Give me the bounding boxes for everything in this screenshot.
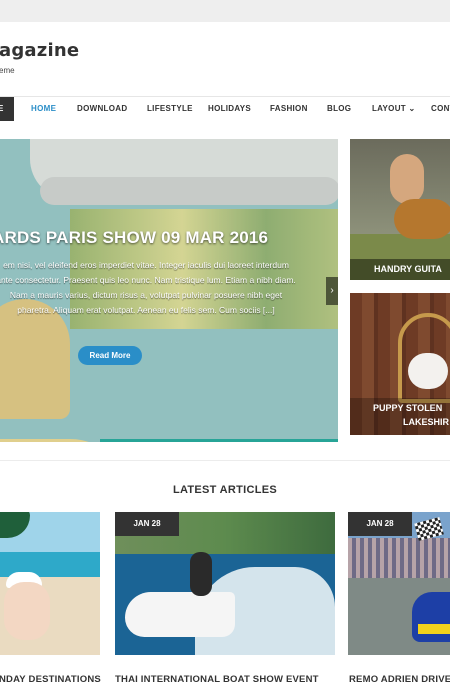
site-title[interactable]: agazine bbox=[0, 40, 79, 61]
section-divider bbox=[0, 460, 450, 461]
side-card-2-title-line-1[interactable]: PUPPY STOLEN bbox=[373, 402, 442, 414]
article-3-image-stands bbox=[348, 538, 450, 578]
side-card-2-image-puppy bbox=[408, 353, 448, 389]
side-card-1-image-guitar bbox=[394, 199, 450, 239]
slide-excerpt: em nisi, vel eleifend eros imperdiet vit… bbox=[0, 260, 296, 315]
nav-item-lifestyle[interactable]: LIFESTYLE bbox=[147, 97, 193, 121]
side-card-1-image-person bbox=[390, 154, 424, 204]
side-card-2-caption: PUPPY STOLEN LAKESHIR bbox=[350, 398, 450, 435]
nav-item-home[interactable]: HOME bbox=[31, 97, 56, 121]
read-more-button[interactable]: Read More bbox=[78, 346, 142, 365]
side-card-2-title-line-2[interactable]: LAKESHIR bbox=[403, 416, 449, 428]
side-featured-card-2[interactable]: PUPPY STOLEN LAKESHIR bbox=[350, 293, 450, 435]
article-3-date-badge: JAN 28 bbox=[348, 512, 412, 536]
article-2-date-badge: JAN 28 bbox=[115, 512, 179, 536]
article-3-image-car bbox=[412, 592, 450, 642]
article-1-image-palm bbox=[0, 512, 30, 538]
nav-item-blog[interactable]: BLOG bbox=[327, 97, 351, 121]
article-1-image-baby bbox=[4, 582, 50, 640]
article-3-image[interactable]: JAN 28 bbox=[348, 512, 450, 655]
article-2-image-rider bbox=[190, 552, 212, 596]
side-card-1-title[interactable]: HANDRY GUITA bbox=[374, 263, 442, 275]
article-2-image[interactable]: JAN 28 bbox=[115, 512, 335, 655]
nav-item-layout[interactable]: LAYOUT ⌄ bbox=[372, 97, 416, 121]
nav-item-download[interactable]: DOWNLOAD bbox=[77, 97, 127, 121]
nav-home-block[interactable]: E bbox=[0, 97, 14, 121]
top-bar bbox=[0, 0, 450, 22]
article-2-title[interactable]: THAI INTERNATIONAL BOAT SHOW EVENT bbox=[115, 674, 319, 685]
slider-next-arrow-icon[interactable]: › bbox=[326, 277, 338, 305]
side-card-1-caption: HANDRY GUITA bbox=[350, 259, 450, 280]
article-3-title[interactable]: REMO ADRIEN DRIVE bbox=[349, 674, 450, 685]
nav-item-fashion[interactable]: FASHION bbox=[270, 97, 308, 121]
nav-item-holidays[interactable]: HOLIDAYS bbox=[208, 97, 251, 121]
side-featured-card-1[interactable]: HANDRY GUITA bbox=[350, 139, 450, 280]
article-1-title[interactable]: NDAY DESTINATIONS bbox=[0, 674, 101, 685]
nav-item-contact[interactable]: CONT bbox=[431, 97, 450, 121]
article-3-image-car-stripe bbox=[418, 624, 450, 634]
main-navigation: E HOME DOWNLOAD LIFESTYLE HOLIDAYS FASHI… bbox=[0, 96, 450, 122]
article-2-image-jetski bbox=[125, 592, 235, 637]
slide-title[interactable]: ARDS PARIS SHOW 09 MAR 2016 bbox=[0, 228, 268, 248]
site-tagline: eme bbox=[0, 66, 15, 75]
article-1-image[interactable] bbox=[0, 512, 100, 655]
nav-item-layout-label: LAYOUT bbox=[372, 104, 406, 113]
latest-articles-heading: LATEST ARTICLES bbox=[172, 484, 278, 496]
chevron-down-icon: ⌄ bbox=[408, 104, 416, 113]
